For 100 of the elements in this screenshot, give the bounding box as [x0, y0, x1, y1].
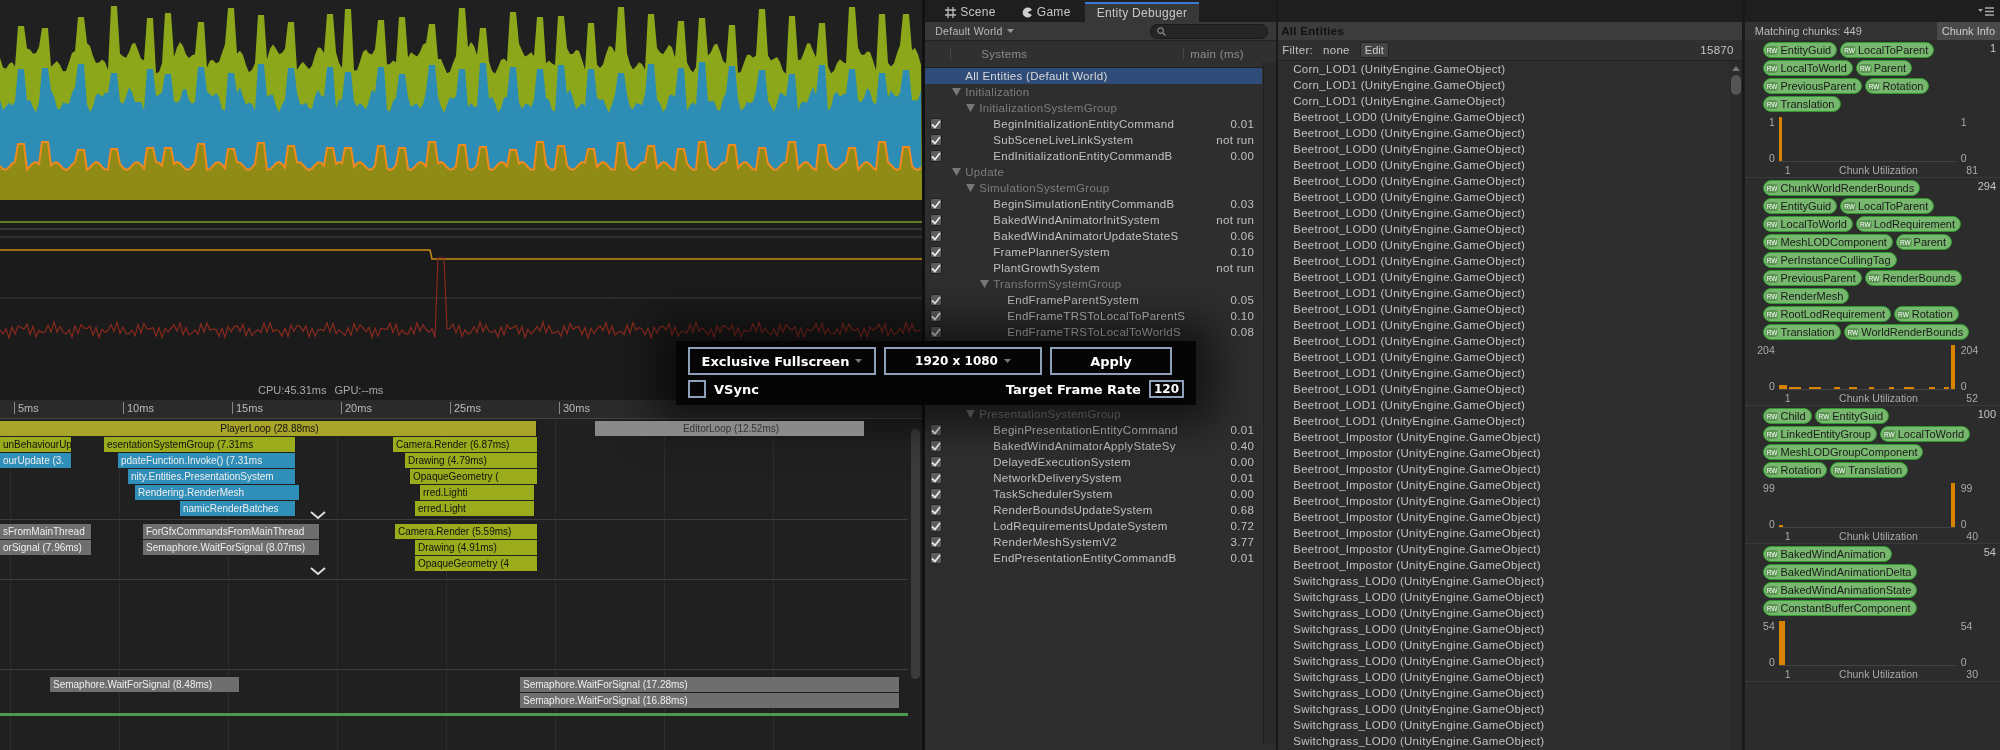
system-row[interactable]: RenderMeshSystemV2 3.77 [925, 534, 1263, 550]
entity-row[interactable]: Beetroot_LOD1 (UnityEngine.GameObject) [1278, 365, 1730, 381]
entity-row[interactable]: Beetroot_Impostor (UnityEngine.GameObject) [1278, 445, 1730, 461]
system-row[interactable]: BeginPresentationEntityCommand 0.01 [925, 422, 1263, 438]
checkbox[interactable] [930, 150, 943, 162]
system-row[interactable]: BakedWindAnimatorApplyStateSy 0.40 [925, 438, 1263, 454]
checkbox[interactable] [930, 536, 943, 548]
profiler-sample[interactable]: OpaqueGeometry (4 [415, 556, 538, 571]
checkbox[interactable] [930, 310, 943, 322]
checkbox[interactable] [930, 504, 943, 516]
system-row[interactable]: EndInitializationEntityCommandB 0.00 [925, 148, 1263, 164]
checkbox[interactable] [930, 456, 943, 468]
entity-row[interactable]: Beetroot_LOD0 (UnityEngine.GameObject) [1278, 173, 1730, 189]
checkbox[interactable] [930, 214, 943, 226]
entity-row[interactable]: Beetroot_LOD1 (UnityEngine.GameObject) [1278, 317, 1730, 333]
scrollbar[interactable] [1263, 62, 1277, 744]
checkbox[interactable] [930, 230, 943, 242]
profiler-sample[interactable]: orSignal (7.96ms) [0, 540, 92, 555]
edit-button[interactable]: Edit [1359, 42, 1389, 58]
entity-row[interactable]: Corn_LOD1 (UnityEngine.GameObject) [1278, 77, 1730, 93]
system-row[interactable]: BakedWindAnimatorUpdateStateS 0.06 [925, 228, 1263, 244]
system-row[interactable]: BeginSimulationEntityCommandB 0.03 [925, 196, 1263, 212]
entity-row[interactable]: Switchgrass_LOD0 (UnityEngine.GameObject) [1278, 605, 1730, 621]
tab[interactable]: Game [1009, 2, 1083, 22]
entity-row[interactable]: Beetroot_Impostor (UnityEngine.GameObject) [1278, 477, 1730, 493]
entity-row[interactable]: Beetroot_Impostor (UnityEngine.GameObject) [1278, 493, 1730, 509]
system-row[interactable]: TaskSchedulerSystem 0.00 [925, 486, 1263, 502]
chevron-icon[interactable] [310, 511, 326, 520]
world-dropdown[interactable]: Default World [929, 25, 1020, 37]
system-row[interactable]: FramePlannerSystem 0.10 [925, 244, 1263, 260]
entity-row[interactable]: Switchgrass_LOD0 (UnityEngine.GameObject) [1278, 685, 1730, 701]
entity-row[interactable]: Beetroot_LOD0 (UnityEngine.GameObject) [1278, 237, 1730, 253]
system-row[interactable]: NetworkDeliverySystem 0.01 [925, 470, 1263, 486]
profiler-sample[interactable]: rred.Lighti [420, 485, 535, 500]
system-row[interactable]: BeginInitializationEntityCommand 0.01 [925, 116, 1263, 132]
entity-row[interactable]: Beetroot_LOD0 (UnityEngine.GameObject) [1278, 189, 1730, 205]
checkbox[interactable] [930, 520, 943, 532]
checkbox[interactable] [930, 262, 943, 274]
profiler-sample[interactable]: Drawing (4.91ms) [415, 540, 538, 555]
profiler-sample[interactable]: esentationSystemGroup (7.31ms [104, 437, 296, 452]
entity-row[interactable]: Beetroot_LOD1 (UnityEngine.GameObject) [1278, 333, 1730, 349]
scroll-up-icon[interactable] [1731, 66, 1740, 71]
profiler-sample[interactable]: PlayerLoop (28.88ms) [0, 421, 537, 436]
entity-row[interactable]: Beetroot_LOD1 (UnityEngine.GameObject) [1278, 269, 1730, 285]
entity-row[interactable]: Beetroot_Impostor (UnityEngine.GameObject) [1278, 509, 1730, 525]
chevron-icon[interactable] [310, 567, 326, 576]
system-row[interactable]: BakedWindAnimatorInitSystem not run [925, 212, 1263, 228]
entity-row[interactable]: Corn_LOD1 (UnityEngine.GameObject) [1278, 93, 1730, 109]
entity-row[interactable]: Switchgrass_LOD0 (UnityEngine.GameObject) [1278, 621, 1730, 637]
entity-row[interactable]: Switchgrass_LOD0 (UnityEngine.GameObject) [1278, 573, 1730, 589]
system-row[interactable]: EndFrameTRSToLocalToParentS 0.10 [925, 308, 1263, 324]
profiler-sample[interactable]: sFromMainThread [0, 524, 92, 539]
entity-row[interactable]: Beetroot_LOD1 (UnityEngine.GameObject) [1278, 413, 1730, 429]
tab[interactable]: Scene [933, 2, 1008, 22]
profiler-sample[interactable]: Semaphore.WaitForSignal (16.88ms) [520, 693, 900, 708]
profiler-sample[interactable]: Semaphore.WaitForSignal (8.07ms) [143, 540, 320, 555]
expand-arrow-icon[interactable] [952, 168, 962, 176]
system-row[interactable]: EndFrameTRSToLocalToWorldS 0.08 [925, 324, 1263, 340]
checkbox[interactable] [930, 326, 943, 338]
profiler-sample[interactable]: ForGfxCommandsFromMainThread [143, 524, 320, 539]
entity-row[interactable]: Switchgrass_LOD0 (UnityEngine.GameObject) [1278, 653, 1730, 669]
column-header[interactable]: Systems [950, 48, 1184, 60]
profiler-sample[interactable]: EditorLoop (12.52ms) [595, 421, 865, 436]
profiler-sample[interactable]: Drawing (4.79ms) [405, 453, 538, 468]
entity-row[interactable]: Beetroot_Impostor (UnityEngine.GameObject) [1278, 541, 1730, 557]
entity-row[interactable]: Beetroot_LOD0 (UnityEngine.GameObject) [1278, 125, 1730, 141]
entity-row[interactable]: Beetroot_Impostor (UnityEngine.GameObject) [1278, 557, 1730, 573]
entity-row[interactable]: Switchgrass_LOD0 (UnityEngine.GameObject) [1278, 717, 1730, 733]
entity-row[interactable]: Beetroot_Impostor (UnityEngine.GameObject) [1278, 461, 1730, 477]
mode-dropdown[interactable]: Exclusive Fullscreen [688, 347, 876, 375]
expand-arrow-icon[interactable] [980, 280, 990, 288]
checkbox[interactable] [930, 134, 943, 146]
checkbox[interactable] [930, 440, 943, 452]
resolution-dropdown[interactable]: 1920 x 1080 [884, 347, 1042, 375]
profiler-sample[interactable]: Semaphore.WaitForSignal (8.48ms) [50, 677, 240, 692]
entity-row[interactable]: Beetroot_LOD1 (UnityEngine.GameObject) [1278, 349, 1730, 365]
system-row[interactable]: DelayedExecutionSystem 0.00 [925, 454, 1263, 470]
profiler-sample[interactable]: Camera.Render (5.59ms) [395, 524, 538, 539]
search-field[interactable] [1150, 23, 1269, 39]
entity-row[interactable]: Corn_LOD1 (UnityEngine.GameObject) [1278, 61, 1730, 77]
system-row[interactable]: RenderBoundsUpdateSystem 0.68 [925, 502, 1263, 518]
column-header[interactable]: main (ms) [1183, 48, 1261, 60]
chunk-info-tab[interactable]: Chunk Info [1936, 22, 2000, 40]
entity-row[interactable]: Beetroot_LOD1 (UnityEngine.GameObject) [1278, 301, 1730, 317]
checkbox[interactable] [930, 246, 943, 258]
profiler-sample[interactable]: Semaphore.WaitForSignal (17.28ms) [520, 677, 900, 692]
expand-arrow-icon[interactable] [952, 88, 962, 96]
checkbox[interactable] [930, 424, 943, 436]
entity-row[interactable]: Switchgrass_LOD0 (UnityEngine.GameObject) [1278, 589, 1730, 605]
checkbox[interactable] [688, 380, 706, 398]
expand-arrow-icon[interactable] [966, 104, 976, 112]
entity-row[interactable]: Beetroot_LOD0 (UnityEngine.GameObject) [1278, 221, 1730, 237]
scroll-thumb[interactable] [1730, 75, 1741, 95]
checkbox[interactable] [930, 488, 943, 500]
entity-row[interactable]: Beetroot_LOD1 (UnityEngine.GameObject) [1278, 381, 1730, 397]
entity-row[interactable]: Beetroot_LOD0 (UnityEngine.GameObject) [1278, 109, 1730, 125]
entity-row[interactable]: Beetroot_LOD1 (UnityEngine.GameObject) [1278, 285, 1730, 301]
menu-icon[interactable] [1978, 6, 1994, 16]
checkbox[interactable] [930, 472, 943, 484]
system-row[interactable]: All Entities (Default World) [925, 68, 1263, 84]
